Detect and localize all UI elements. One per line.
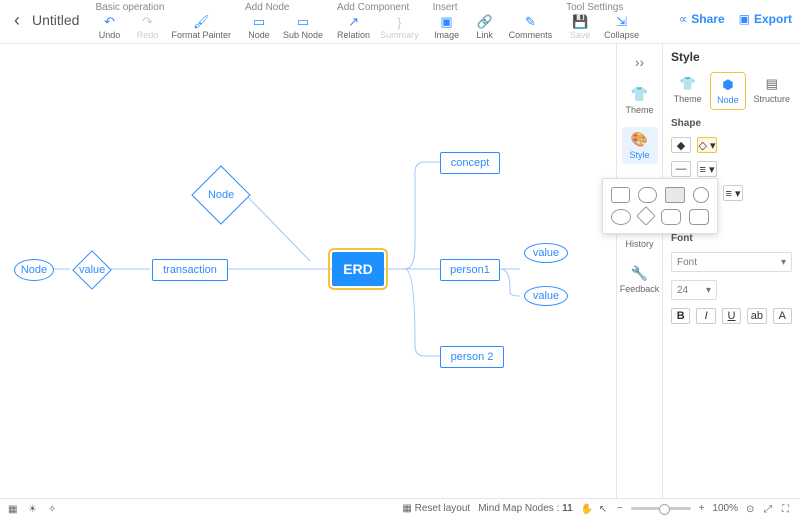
sidetab-feedback[interactable]: 🔧Feedback bbox=[622, 261, 658, 298]
node-count-label: Mind Map Nodes : 11 bbox=[478, 503, 573, 514]
border-width[interactable]: ≡ ▾ bbox=[697, 161, 717, 177]
collapse-button[interactable]: ⇲Collapse bbox=[604, 15, 639, 40]
font-select[interactable]: Font▾ bbox=[671, 252, 792, 272]
zoom-out[interactable]: − bbox=[617, 503, 623, 514]
image-button[interactable]: ▣Image bbox=[433, 15, 461, 40]
shape-fill[interactable]: ◆ bbox=[671, 137, 691, 153]
node-person1[interactable]: person1 bbox=[440, 259, 500, 281]
panel-tab-theme[interactable]: 👕Theme bbox=[671, 72, 704, 110]
doc-title[interactable]: Untitled bbox=[26, 2, 95, 28]
shape-square[interactable] bbox=[611, 187, 630, 203]
zoom-in[interactable]: + bbox=[699, 503, 705, 514]
shape-ellipse[interactable] bbox=[611, 209, 631, 225]
collapse-panel-icon[interactable]: ›› bbox=[631, 50, 648, 74]
fmt-italic[interactable]: I bbox=[696, 308, 715, 324]
sidetab-theme[interactable]: 👕Theme bbox=[622, 82, 658, 119]
compass-icon[interactable]: ✧ bbox=[48, 504, 58, 514]
shape-rect[interactable] bbox=[665, 187, 684, 203]
fit-icon[interactable]: ⤢ bbox=[764, 504, 774, 514]
theme-dark-icon[interactable]: ☀ bbox=[28, 504, 38, 514]
panel-tab-node[interactable]: ⬢Node bbox=[710, 72, 745, 110]
node-value2[interactable]: value bbox=[524, 286, 568, 306]
fmt-case[interactable]: ab bbox=[747, 308, 766, 324]
fmt-bold[interactable]: B bbox=[671, 308, 690, 324]
link-button[interactable]: 🔗Link bbox=[471, 15, 499, 40]
shape-picker[interactable]: ◇ ▾ bbox=[697, 137, 717, 153]
node-transaction[interactable]: transaction bbox=[152, 259, 228, 281]
relation-button[interactable]: ↗Relation bbox=[337, 15, 370, 40]
font-section-label: Font bbox=[671, 233, 792, 244]
shape-diamond[interactable] bbox=[636, 206, 656, 226]
node-ellipse[interactable]: Node bbox=[14, 259, 54, 281]
shape-hex[interactable] bbox=[689, 209, 709, 225]
group-label: Tool Settings bbox=[566, 2, 639, 13]
format-painter-button[interactable]: 🖌Format Painter bbox=[171, 15, 231, 40]
sub-node-button[interactable]: ▭Sub Node bbox=[283, 15, 323, 40]
group-label: Add Component bbox=[337, 2, 419, 13]
save-button[interactable]: 💾Save bbox=[566, 15, 594, 40]
canvas[interactable]: Node value transaction Node ERD concept … bbox=[0, 44, 616, 498]
undo-button[interactable]: ↶Undo bbox=[95, 15, 123, 40]
comments-button[interactable]: ✎Comments bbox=[509, 15, 553, 40]
shape-section-label: Shape bbox=[671, 118, 792, 129]
panel-tab-structure[interactable]: ▤Structure bbox=[752, 72, 793, 110]
node-value1[interactable]: value bbox=[524, 243, 568, 263]
fullscreen-icon[interactable]: ⛶ bbox=[782, 504, 792, 514]
focus-icon[interactable]: ⊙ bbox=[746, 504, 756, 514]
export-button[interactable]: ▣ Export bbox=[739, 12, 792, 26]
cursor-icon[interactable]: ↖ bbox=[599, 504, 609, 514]
shape-popover bbox=[602, 178, 718, 234]
size-select[interactable]: 24▾ bbox=[671, 280, 717, 300]
shape-pill[interactable] bbox=[638, 187, 657, 203]
node-root[interactable]: ERD bbox=[332, 252, 384, 286]
node-value-diamond[interactable]: value bbox=[72, 250, 112, 290]
hand-icon[interactable]: ✋ bbox=[581, 504, 591, 514]
node-person2[interactable]: person 2 bbox=[440, 346, 504, 368]
share-button[interactable]: ∝ Share bbox=[679, 12, 725, 26]
align[interactable]: ≡ ▾ bbox=[723, 185, 743, 201]
border-style[interactable]: — bbox=[671, 161, 691, 177]
back-button[interactable]: ‹ bbox=[8, 2, 26, 39]
fmt-underline[interactable]: U bbox=[722, 308, 741, 324]
sidetab-style[interactable]: 🎨Style bbox=[622, 127, 658, 164]
group-label: Insert bbox=[433, 2, 553, 13]
reset-layout[interactable]: ▦ Reset layout bbox=[402, 503, 470, 514]
summary-button[interactable]: }Summary bbox=[380, 15, 419, 40]
node-diamond[interactable]: Node bbox=[191, 165, 250, 224]
node-button[interactable]: ▭Node bbox=[245, 15, 273, 40]
shape-rounded[interactable] bbox=[661, 209, 681, 225]
shape-circle[interactable] bbox=[693, 187, 709, 203]
group-label: Basic operation bbox=[95, 2, 231, 13]
node-concept[interactable]: concept bbox=[440, 152, 500, 174]
group-label: Add Node bbox=[245, 2, 323, 13]
zoom-slider[interactable] bbox=[631, 507, 691, 510]
fmt-color[interactable]: A bbox=[773, 308, 792, 324]
redo-button[interactable]: ↷Redo bbox=[133, 15, 161, 40]
zoom-value[interactable]: 100% bbox=[712, 503, 738, 514]
panel-title: Style bbox=[671, 50, 792, 64]
grid-icon[interactable]: ▦ bbox=[8, 504, 18, 514]
